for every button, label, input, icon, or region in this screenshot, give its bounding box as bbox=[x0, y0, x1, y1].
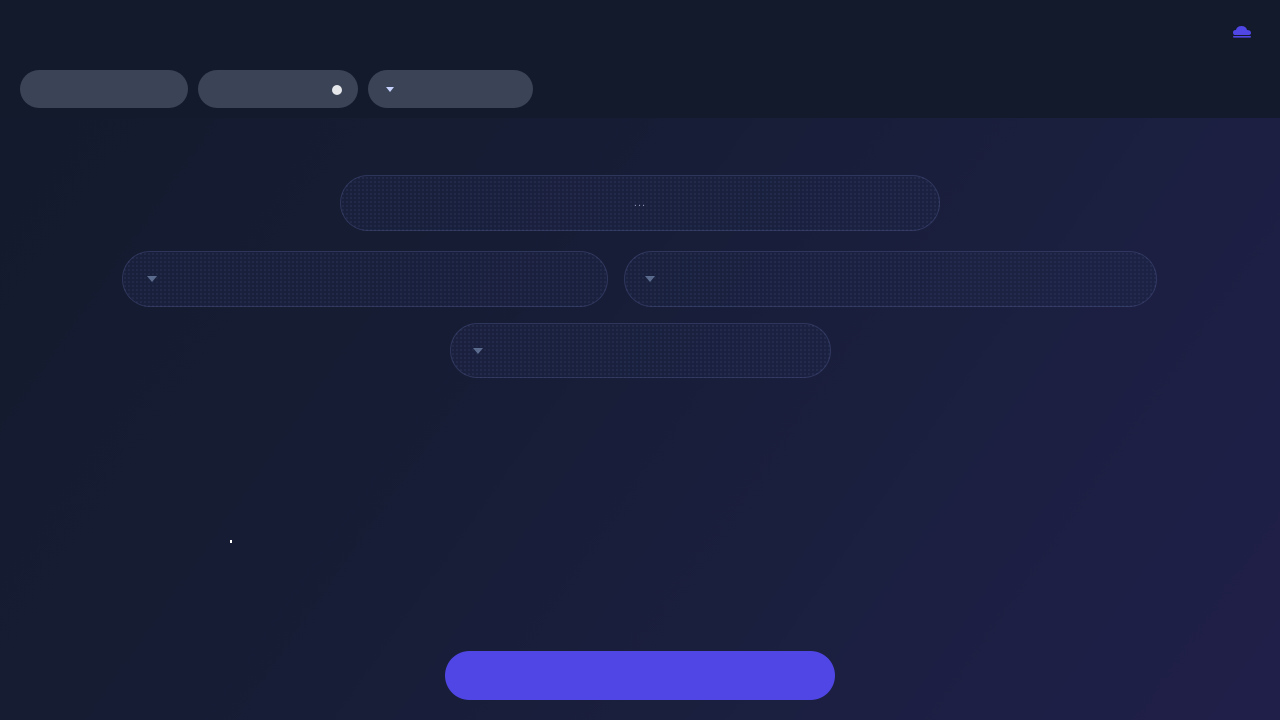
caret-down-icon bbox=[473, 347, 483, 354]
cloud-logo-icon[interactable] bbox=[1231, 22, 1253, 40]
dropdown-pill[interactable] bbox=[368, 70, 533, 108]
filter-pill-1[interactable] bbox=[20, 70, 188, 108]
select-field-b[interactable] bbox=[624, 251, 1157, 307]
select-field-a[interactable] bbox=[122, 251, 608, 307]
caret-down-icon bbox=[645, 276, 655, 282]
submit-button[interactable] bbox=[445, 651, 835, 700]
caret-down-icon bbox=[386, 86, 394, 92]
top-bar bbox=[0, 0, 1280, 118]
mouse-cursor bbox=[230, 540, 232, 543]
toggle-indicator[interactable] bbox=[332, 85, 342, 95]
select-field-c[interactable] bbox=[450, 323, 831, 378]
name-input-value: ... bbox=[633, 197, 647, 209]
caret-down-icon bbox=[147, 276, 157, 282]
toggle-pill[interactable] bbox=[198, 70, 358, 108]
name-input[interactable]: ... bbox=[340, 175, 940, 231]
